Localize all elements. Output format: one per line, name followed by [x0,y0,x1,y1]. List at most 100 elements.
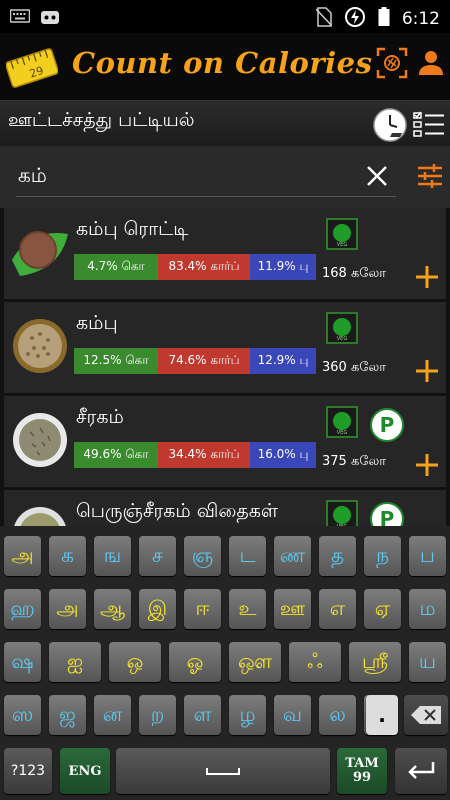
food-list[interactable]: கம்பு ரொட்டி 4.7% கொ 83.4% கார்ப் 11.9% … [0,208,450,526]
profile-button[interactable] [418,49,444,77]
veg-badge: VEG [326,312,358,344]
spacebar-icon [206,768,240,775]
veg-label: VEG [336,336,348,342]
search-input[interactable] [18,158,348,194]
plus-icon [416,266,438,288]
key[interactable]: அ [4,536,41,576]
key[interactable]: ஔ [229,642,281,682]
space-key[interactable] [116,748,330,794]
veg-label: VEG [336,242,348,248]
fat-percent: 4.7% கொ [74,254,158,280]
enter-key[interactable] [395,748,447,794]
key[interactable]: ல [319,695,356,735]
status-bar: 6:12 [0,0,450,33]
clock-icon [373,108,407,142]
key[interactable]: ஆ [94,589,131,629]
calories-value: 375 கலோ [322,454,387,469]
tam-key[interactable]: TAM 99 [337,748,387,794]
key[interactable]: ம [409,589,446,629]
key[interactable]: ஒ [109,642,161,682]
key[interactable]: ஷ [4,642,41,682]
macro-bar: 12.5% கொ 74.6% கார்ப் 12.9% பு [74,348,316,374]
clock-button[interactable] [372,107,408,143]
scan-button[interactable] [376,47,408,79]
food-name: கம்பு [76,312,118,334]
key[interactable]: ச [139,536,176,576]
key[interactable]: ய [409,642,446,682]
key[interactable]: ங [94,536,131,576]
key[interactable]: ஹ [4,589,41,629]
calories-value: 360 கலோ [322,360,387,375]
protein-percent: 16.0% பு [250,442,316,468]
carb-percent: 34.4% கார்ப் [158,442,250,468]
add-food-button[interactable] [414,358,440,384]
key[interactable]: ற [139,695,176,735]
key[interactable]: ள [184,695,221,735]
key[interactable]: ட [229,536,266,576]
macro-bar: 4.7% கொ 83.4% கார்ப் 11.9% பு [74,254,316,280]
fennel-seeds-image [12,506,68,526]
food-item[interactable]: பெருஞ்சீரகம் விதைகள் VEG P [4,490,446,526]
key[interactable]: ஓ [169,642,221,682]
key[interactable]: ஃ [289,642,341,682]
veg-badge: VEG [326,500,358,526]
clear-search-button[interactable] [364,163,390,189]
tam-key-label: TAM [345,755,379,771]
filter-button[interactable] [416,162,444,190]
key[interactable]: ஐ [49,642,101,682]
veg-badge: VEG [326,406,358,438]
close-icon [367,166,387,186]
pearl-millet-image [12,318,68,374]
key[interactable]: அ [49,589,86,629]
key[interactable]: ழ [229,695,266,735]
food-name: பெருஞ்சீரகம் விதைகள் [76,500,279,522]
battery-icon [378,7,390,31]
search-underline [16,196,396,197]
key[interactable]: வ [274,695,311,735]
key[interactable]: ந [364,536,401,576]
key[interactable]: ஜ [49,695,86,735]
food-name: கம்பு ரொட்டி [76,218,189,240]
key-period[interactable]: . [366,695,398,735]
key[interactable]: ஸ [4,695,41,735]
food-item[interactable]: கம்பு 12.5% கொ 74.6% கார்ப் 12.9% பு VEG… [4,302,446,394]
macro-bar: 49.6% கொ 34.4% கார்ப் 16.0% பு [74,442,316,468]
eng-key[interactable]: ENG [60,748,110,794]
protein-percent: 11.9% பு [250,254,316,280]
key[interactable]: எ [319,589,356,629]
key[interactable]: த [319,536,356,576]
tamil-keyboard: அ க ங ச ஞ ட ண த ந ப ஹ அ ஆ இ ஈ உ ஊ எ ஏ ம … [0,526,450,800]
app-bar: 29 Count on Calories [0,33,450,100]
key[interactable]: ப [409,536,446,576]
add-food-button[interactable] [414,452,440,478]
key[interactable]: ண [274,536,311,576]
food-item[interactable]: கம்பு ரொட்டி 4.7% கொ 83.4% கார்ப் 11.9% … [4,208,446,300]
plus-icon [416,360,438,382]
backspace-icon [411,706,441,724]
fat-percent: 12.5% கொ [74,348,158,374]
add-food-button[interactable] [414,264,440,290]
filter-sliders-icon [418,164,442,188]
key[interactable]: ஸ்ரீ [349,642,401,682]
food-item[interactable]: சீரகம் 49.6% கொ 34.4% கார்ப் 16.0% பு VE… [4,396,446,488]
key[interactable]: ஈ [184,589,221,629]
cumin-seeds-image [12,412,68,468]
key[interactable]: ஏ [364,589,401,629]
carb-percent: 74.6% கார்ப் [158,348,250,374]
symbols-key[interactable]: ?123 [4,748,52,794]
key[interactable]: உ [229,589,266,629]
key[interactable]: ஊ [274,589,311,629]
key[interactable]: க [49,536,86,576]
app-title: Count on Calories [72,46,373,80]
status-time: 6:12 [401,9,440,29]
fat-percent: 49.6% கொ [74,442,158,468]
person-icon [419,51,443,75]
key[interactable]: ன [94,695,131,735]
checklist-button[interactable] [412,109,446,139]
key[interactable]: இ [139,589,176,629]
carb-percent: 83.4% கார்ப் [158,254,250,280]
no-sim-icon [315,7,333,31]
backspace-key[interactable] [404,695,448,735]
plus-icon [416,454,438,476]
key[interactable]: ஞ [184,536,221,576]
